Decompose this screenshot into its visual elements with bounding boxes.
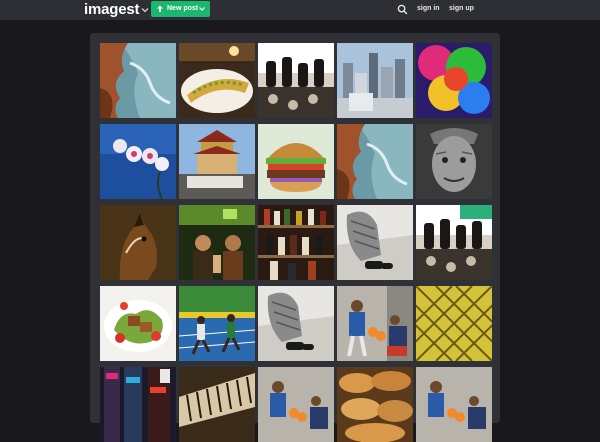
gallery-thumbnail[interactable] xyxy=(100,286,176,361)
feet-on-steps-image xyxy=(337,205,413,280)
street-oranges-image xyxy=(416,367,492,442)
coast-cliffs-image xyxy=(100,43,176,118)
gallery-thumbnail[interactable] xyxy=(179,286,255,361)
coast-cliffs-image xyxy=(337,124,413,199)
chevron-down-icon[interactable] xyxy=(198,5,206,13)
woven-pattern-image xyxy=(416,286,492,361)
logo[interactable]: imagest xyxy=(84,0,139,20)
gallery-thumbnail[interactable] xyxy=(416,367,492,442)
gallery-thumbnail[interactable] xyxy=(258,286,334,361)
gallery-thumbnail[interactable] xyxy=(337,124,413,199)
gallery-thumbnail[interactable] xyxy=(416,124,492,199)
gallery-thumbnail[interactable] xyxy=(416,205,492,280)
gallery-thumbnail[interactable] xyxy=(179,367,255,442)
gallery-thumbnail[interactable] xyxy=(416,286,492,361)
bottles-image xyxy=(258,43,334,118)
gallery-thumbnail[interactable] xyxy=(100,367,176,442)
search-icon[interactable] xyxy=(397,4,408,15)
old-man-portrait-image xyxy=(416,124,492,199)
gallery-thumbnail[interactable] xyxy=(337,43,413,118)
food-plate-image xyxy=(179,43,255,118)
orchid-image xyxy=(100,124,176,199)
gallery-thumbnail[interactable] xyxy=(337,205,413,280)
gallery-thumbnail[interactable] xyxy=(337,286,413,361)
gallery-thumbnail[interactable] xyxy=(179,43,255,118)
salad-dish-image xyxy=(100,286,176,361)
gallery-thumbnail[interactable] xyxy=(100,43,176,118)
keyboard-image xyxy=(179,367,255,442)
gallery-thumbnail[interactable] xyxy=(416,43,492,118)
gallery-thumbnail[interactable] xyxy=(179,124,255,199)
hamburger-image xyxy=(258,124,334,199)
pagoda-image xyxy=(179,124,255,199)
sign-in-link[interactable]: sign in xyxy=(417,0,440,18)
bread-image xyxy=(337,367,413,442)
chevron-down-icon[interactable] xyxy=(140,5,150,15)
gallery-thumbnail[interactable] xyxy=(258,124,334,199)
runners-image xyxy=(179,286,255,361)
street-oranges-image xyxy=(258,367,334,442)
sign-up-link[interactable]: sign up xyxy=(449,0,474,18)
feet-on-steps-image xyxy=(258,286,334,361)
city-skyline-image xyxy=(337,43,413,118)
abstract-smoke-image xyxy=(416,43,492,118)
gallery-thumbnail[interactable] xyxy=(100,205,176,280)
gallery-thumbnail[interactable] xyxy=(337,367,413,442)
gallery-thumbnail[interactable] xyxy=(100,124,176,199)
new-post-button[interactable]: New post xyxy=(151,1,210,17)
gallery-thumbnail[interactable] xyxy=(258,367,334,442)
gallery-thumbnail[interactable] xyxy=(258,205,334,280)
top-navigation-bar: imagest New post sign in sign up xyxy=(0,0,600,20)
bottles-image xyxy=(416,205,492,280)
upload-icon xyxy=(157,5,163,12)
bottle-shelves-image xyxy=(258,205,334,280)
green-room-people-image xyxy=(179,205,255,280)
street-oranges-image xyxy=(337,286,413,361)
new-post-label: New post xyxy=(167,5,199,12)
gallery-thumbnail[interactable] xyxy=(179,205,255,280)
image-gallery xyxy=(90,33,500,442)
horse-image xyxy=(100,205,176,280)
gallery-thumbnail[interactable] xyxy=(258,43,334,118)
night-street-image xyxy=(100,367,176,442)
